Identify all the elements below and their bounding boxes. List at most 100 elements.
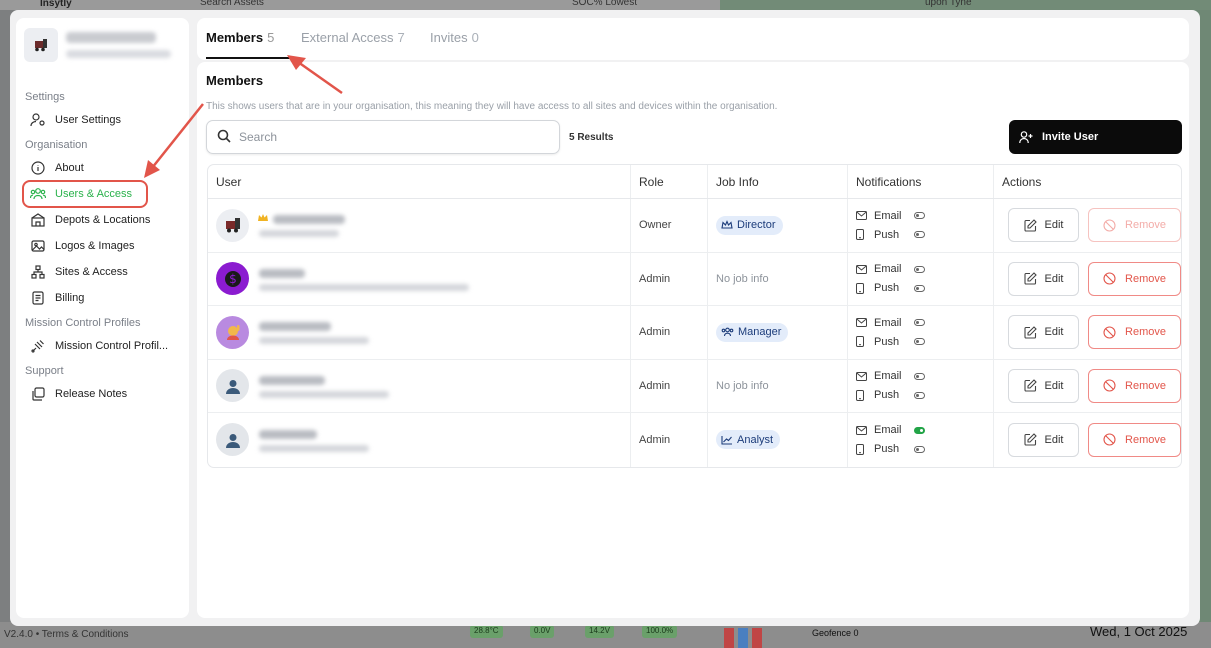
background-brand: Insytly — [40, 0, 72, 9]
edit-label: Edit — [1044, 326, 1064, 339]
push-toggle[interactable] — [914, 391, 925, 399]
job-cell: No job info — [708, 359, 848, 412]
push-notification: Push — [856, 443, 925, 455]
settings-modal: Settings User Settings Organisation Abou… — [10, 10, 1200, 626]
remove-button[interactable]: Remove — [1088, 208, 1181, 243]
push-toggle[interactable] — [914, 445, 925, 453]
member-tabs: Members 5 External Access 7 Invites 0 — [197, 18, 1189, 60]
notifications-cell: Email Push — [848, 413, 994, 467]
background-chip: 28.8°C — [470, 625, 503, 638]
mail-icon — [856, 318, 867, 328]
tab-label: Members — [206, 30, 264, 45]
background-search: Search Assets — [200, 0, 264, 8]
train-icon — [35, 39, 47, 52]
search-box[interactable] — [206, 120, 560, 154]
phone-icon — [856, 282, 867, 294]
email-toggle[interactable] — [914, 319, 925, 327]
phone-icon — [856, 443, 867, 455]
notifications-cell: Email Push — [848, 359, 994, 412]
tab-count: 5 — [267, 30, 275, 45]
avatar — [216, 315, 249, 349]
edit-icon — [1023, 325, 1037, 339]
email-toggle[interactable] — [914, 372, 925, 380]
edit-button[interactable]: Edit — [1008, 261, 1079, 296]
remove-button[interactable]: Remove — [1088, 315, 1181, 350]
section-organisation: Organisation — [25, 139, 88, 151]
background-geofence: Geofence 0 — [812, 628, 859, 638]
sidebar-item-label: About — [55, 162, 84, 174]
sidebar-item-mission-profiles[interactable]: Mission Control Profil... — [25, 335, 183, 357]
sidebar-item-label: Logos & Images — [55, 240, 135, 252]
user-silhouette-icon — [225, 433, 240, 448]
dollar-icon: $ — [224, 270, 241, 287]
remove-button[interactable]: Remove — [1088, 422, 1181, 457]
invite-user-label: Invite User — [1042, 131, 1099, 143]
job-pill: Analyst — [716, 430, 781, 450]
search-input[interactable] — [239, 130, 539, 144]
email-toggle[interactable] — [914, 265, 925, 273]
notification-settings: Email Push — [856, 317, 925, 348]
settings-sidebar: Settings User Settings Organisation Abou… — [16, 18, 189, 618]
person-raising-hand-icon — [226, 325, 239, 341]
sidebar-item-logos[interactable]: Logos & Images — [25, 235, 183, 257]
no-job-info: No job info — [716, 379, 769, 392]
role-cell: Admin — [631, 252, 708, 305]
no-job-info: No job info — [716, 272, 769, 285]
organisation-avatar — [24, 28, 58, 62]
sidebar-item-billing[interactable]: Billing — [25, 287, 183, 309]
push-toggle[interactable] — [914, 338, 925, 346]
tab-members[interactable]: Members 5 — [206, 30, 274, 45]
remove-button[interactable]: Remove — [1088, 368, 1181, 403]
edit-button[interactable]: Edit — [1008, 208, 1079, 243]
table-row: $ Admin No job info Email Push Edit Remo… — [208, 252, 1181, 306]
email-notification: Email — [856, 317, 925, 329]
info-icon — [29, 161, 47, 175]
mail-icon — [856, 371, 867, 381]
push-toggle[interactable] — [914, 284, 925, 292]
job-title: Manager — [738, 326, 782, 339]
edit-button[interactable]: Edit — [1008, 368, 1079, 403]
user-gear-icon — [29, 113, 47, 127]
edit-button[interactable]: Edit — [1008, 422, 1079, 457]
actions-cell: Edit Remove — [994, 306, 1181, 359]
sidebar-item-release-notes[interactable]: Release Notes — [25, 383, 183, 405]
section-mission-control: Mission Control Profiles — [25, 317, 141, 329]
email-toggle[interactable] — [914, 212, 925, 220]
email-toggle[interactable] — [914, 426, 925, 434]
notifications-cell: Email Push — [848, 252, 994, 305]
sidebar-item-depots[interactable]: Depots & Locations — [25, 209, 183, 231]
tab-invites[interactable]: Invites 0 — [430, 30, 479, 45]
tab-external-access[interactable]: External Access 7 — [301, 30, 405, 45]
push-label: Push — [874, 389, 900, 402]
header-role: Role — [631, 165, 708, 198]
header-user: User — [208, 165, 631, 198]
push-toggle[interactable] — [914, 231, 925, 239]
train-icon — [225, 218, 240, 233]
background-chip: 14.2V — [585, 625, 614, 638]
edit-button[interactable]: Edit — [1008, 315, 1079, 350]
results-count: 5 Results — [569, 132, 614, 143]
invite-user-button[interactable]: Invite User — [1009, 120, 1182, 154]
edit-icon — [1023, 433, 1037, 446]
user-name-redacted — [259, 429, 317, 439]
remove-button[interactable]: Remove — [1088, 261, 1181, 296]
sidebar-item-user-settings[interactable]: User Settings — [25, 109, 183, 131]
email-label: Email — [874, 209, 902, 222]
background-chip: 100.0% — [642, 625, 678, 638]
sidebar-item-sites[interactable]: Sites & Access — [25, 261, 183, 283]
sidebar-item-label: Mission Control Profil... — [55, 340, 169, 352]
sidebar-item-label: Users & Access — [55, 188, 133, 200]
background-bar — [724, 628, 734, 648]
push-label: Push — [874, 228, 900, 241]
sidebar-item-users-access[interactable]: Users & Access — [22, 180, 148, 208]
notifications-cell: Email Push — [848, 306, 994, 359]
sitemap-icon — [29, 265, 47, 279]
edit-label: Edit — [1044, 219, 1064, 232]
mail-icon — [856, 425, 867, 435]
profile-card[interactable] — [24, 28, 179, 70]
user-role: Admin — [639, 272, 671, 285]
mail-icon — [856, 211, 867, 221]
section-settings: Settings — [25, 91, 65, 103]
sidebar-item-about[interactable]: About — [25, 157, 183, 179]
ban-icon — [1103, 433, 1116, 446]
